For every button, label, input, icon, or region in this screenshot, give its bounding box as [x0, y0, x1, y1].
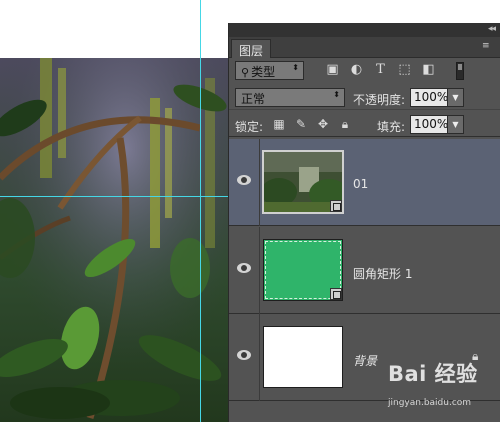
opacity-dropdown-icon[interactable]: ▼: [447, 88, 464, 107]
filter-kind-select[interactable]: ⚲ 类型 ⬍: [235, 61, 304, 80]
lock-transparent-pixels-icon[interactable]: ▦: [272, 117, 286, 131]
layer-thumbnail-rounded-rectangle: [263, 239, 343, 301]
shape-filter-icon[interactable]: ⬚: [397, 62, 412, 77]
layer-filter-row: ⚲ 类型 ⬍ ▣ ◐ T ⬚ ◧: [229, 58, 500, 84]
horizontal-guide[interactable]: [0, 196, 228, 197]
layer-row-background[interactable]: 背景 🔒︎: [229, 314, 500, 401]
divider: [259, 227, 260, 314]
lock-image-pixels-icon[interactable]: ✎: [294, 117, 308, 131]
filter-toggle-switch[interactable]: [456, 62, 464, 80]
panel-menu-icon[interactable]: ≡: [482, 42, 493, 51]
layers-panel: ◂◂ 图层 ≡ ⚲ 类型 ⬍ ▣ ◐ T ⬚ ◧ 正常 ⬍ 不透明度: 100% …: [228, 23, 500, 422]
layer-thumbnail-background: [263, 326, 343, 388]
divider: [259, 314, 260, 401]
visibility-eye-icon[interactable]: [237, 350, 251, 360]
image-filter-icon[interactable]: ▣: [325, 62, 340, 77]
lock-all-icon[interactable]: 🔒︎: [338, 117, 352, 131]
tab-layers[interactable]: 图层: [231, 39, 272, 58]
lock-row: 锁定: ▦ ✎ ✥ 🔒︎ 填充: 100% ▼: [229, 111, 500, 137]
layer-name[interactable]: 背景: [353, 352, 377, 369]
blend-mode-row: 正常 ⬍ 不透明度: 100% ▼: [229, 84, 500, 110]
type-filter-icon[interactable]: T: [373, 62, 388, 77]
lock-label: 锁定:: [235, 120, 264, 134]
blend-mode-value: 正常: [241, 92, 266, 106]
layer-lock-icon: 🔒︎: [472, 349, 479, 363]
opacity-field[interactable]: 100%: [410, 88, 448, 107]
updown-arrow-icon: ⬍: [292, 63, 299, 72]
adjustment-filter-icon[interactable]: ◐: [349, 62, 364, 77]
divider: [259, 139, 260, 226]
visibility-eye-icon[interactable]: [237, 263, 251, 273]
fill-label: 填充:: [377, 120, 406, 134]
panel-tab-row: 图层 ≡: [229, 37, 500, 58]
filter-kind-label: 类型: [251, 65, 276, 79]
document-canvas[interactable]: [0, 0, 228, 422]
lock-position-icon[interactable]: ✥: [316, 117, 330, 131]
fill-dropdown-icon[interactable]: ▼: [447, 115, 464, 134]
jungle-artwork: [0, 58, 228, 422]
layer-name[interactable]: 圆角矩形 1: [353, 265, 412, 282]
collapse-panel-icon[interactable]: ◂◂: [488, 24, 496, 34]
visibility-eye-icon[interactable]: [237, 175, 251, 185]
vector-mask-badge-icon: [330, 288, 342, 300]
layer-thumbnail-01: [262, 150, 344, 214]
smart-object-filter-icon[interactable]: ◧: [421, 62, 436, 77]
panel-title-bar[interactable]: ◂◂: [229, 23, 500, 37]
vertical-guide[interactable]: [200, 0, 201, 422]
layer-name[interactable]: 01: [353, 177, 368, 191]
fill-field[interactable]: 100%: [410, 115, 448, 134]
layer-row-rounded-rectangle[interactable]: 圆角矩形 1: [229, 227, 500, 314]
blend-mode-select[interactable]: 正常 ⬍: [235, 88, 345, 107]
smart-object-badge-icon: [330, 200, 342, 212]
updown-arrow-icon: ⬍: [333, 90, 340, 99]
layer-row-01[interactable]: 01: [229, 139, 500, 226]
search-icon: ⚲: [241, 66, 250, 79]
opacity-label: 不透明度:: [353, 93, 406, 107]
